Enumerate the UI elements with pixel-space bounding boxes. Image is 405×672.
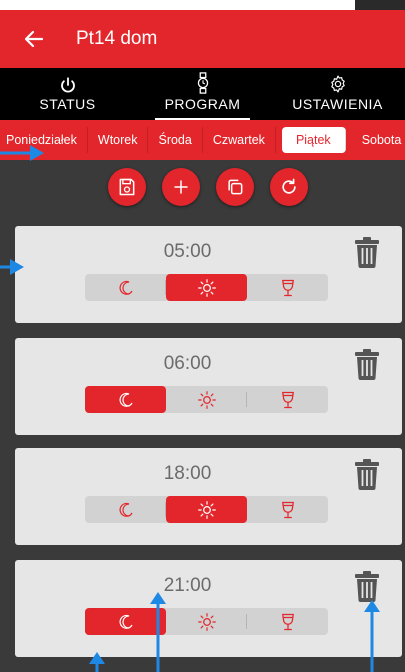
day-tab-wednesday[interactable]: Środa [148, 127, 203, 153]
nav-label: PROGRAM [164, 96, 241, 112]
annotation-arrow-icon [89, 652, 105, 672]
action-toolbar [0, 168, 405, 208]
status-bar [0, 0, 405, 10]
save-icon [119, 178, 134, 196]
mode-night-option[interactable] [85, 496, 166, 523]
wine-glass-icon [281, 391, 294, 408]
day-tab-tuesday[interactable]: Wtorek [88, 127, 149, 153]
mode-party-option[interactable] [247, 386, 328, 413]
sun-icon [197, 390, 216, 409]
back-arrow-icon[interactable] [22, 27, 46, 51]
annotation-arrow-icon [364, 600, 380, 672]
wine-glass-icon [281, 279, 294, 296]
refresh-button[interactable] [269, 168, 308, 206]
nav-tab-program[interactable]: PROGRAM [135, 68, 270, 120]
schedule-entry: 05:00 [15, 226, 402, 323]
refresh-icon [281, 178, 296, 194]
nav-label: USTAWIENIA [292, 96, 383, 112]
mode-day-option[interactable] [166, 496, 247, 523]
nav-tab-status[interactable]: STATUS [0, 68, 135, 120]
day-tabs: Poniedziałek Wtorek Środa Czwartek Piąte… [0, 120, 405, 160]
schedule-entry: 21:00 [15, 560, 402, 657]
mode-night-option[interactable] [85, 274, 166, 301]
delete-button[interactable] [354, 348, 380, 385]
mode-party-option[interactable] [247, 608, 328, 635]
gear-icon [330, 75, 345, 93]
mode-party-option[interactable] [247, 274, 328, 301]
plus-icon [173, 180, 188, 194]
schedule-entry: 18:00 [15, 448, 402, 545]
delete-button[interactable] [354, 236, 380, 273]
app-title: Pt14 dom [76, 28, 158, 49]
mode-day-option[interactable] [166, 608, 247, 635]
mode-selector [85, 386, 328, 413]
sun-icon [197, 612, 216, 631]
entry-time[interactable]: 06:00 [15, 353, 360, 375]
day-tab-thursday[interactable]: Czwartek [203, 127, 276, 153]
add-button[interactable] [161, 168, 200, 206]
mode-day-option[interactable] [166, 274, 247, 301]
top-navigation: STATUS PROGRAM USTAWIENIA [0, 68, 405, 120]
trash-icon [355, 237, 379, 268]
moon-icon [118, 614, 133, 629]
app-bar: Pt14 dom [0, 10, 405, 68]
mode-selector [85, 608, 328, 635]
copy-button[interactable] [215, 168, 254, 206]
mode-selector [85, 496, 328, 523]
annotation-arrow-icon [150, 592, 166, 672]
mode-day-option[interactable] [166, 386, 247, 413]
annotation-arrow-icon [0, 259, 24, 275]
entry-time[interactable]: 05:00 [15, 241, 360, 263]
wine-glass-icon [281, 613, 294, 630]
nav-label: STATUS [39, 96, 96, 112]
trash-icon [355, 349, 379, 380]
nav-tab-settings[interactable]: USTAWIENIA [270, 68, 405, 120]
moon-icon [118, 280, 133, 295]
trash-icon [355, 571, 379, 602]
wine-glass-icon [281, 501, 294, 518]
schedule-entry: 06:00 [15, 338, 402, 435]
entry-time[interactable]: 18:00 [15, 463, 360, 485]
sun-icon [197, 500, 216, 519]
day-tab-friday[interactable]: Piątek [281, 127, 346, 153]
trash-icon [355, 459, 379, 490]
moon-icon [118, 392, 133, 407]
annotation-arrow-icon [0, 145, 44, 161]
mode-party-option[interactable] [247, 496, 328, 523]
copy-icon [227, 179, 242, 195]
delete-button[interactable] [354, 458, 380, 495]
sun-icon [197, 278, 216, 297]
moon-icon [118, 502, 133, 517]
power-icon [60, 77, 75, 93]
day-tab-saturday[interactable]: Sobota [352, 127, 405, 153]
mode-night-option[interactable] [85, 386, 166, 413]
clock-program-icon [197, 72, 208, 94]
mode-selector [85, 274, 328, 301]
entry-time[interactable]: 21:00 [15, 575, 360, 597]
save-button[interactable] [107, 168, 146, 206]
